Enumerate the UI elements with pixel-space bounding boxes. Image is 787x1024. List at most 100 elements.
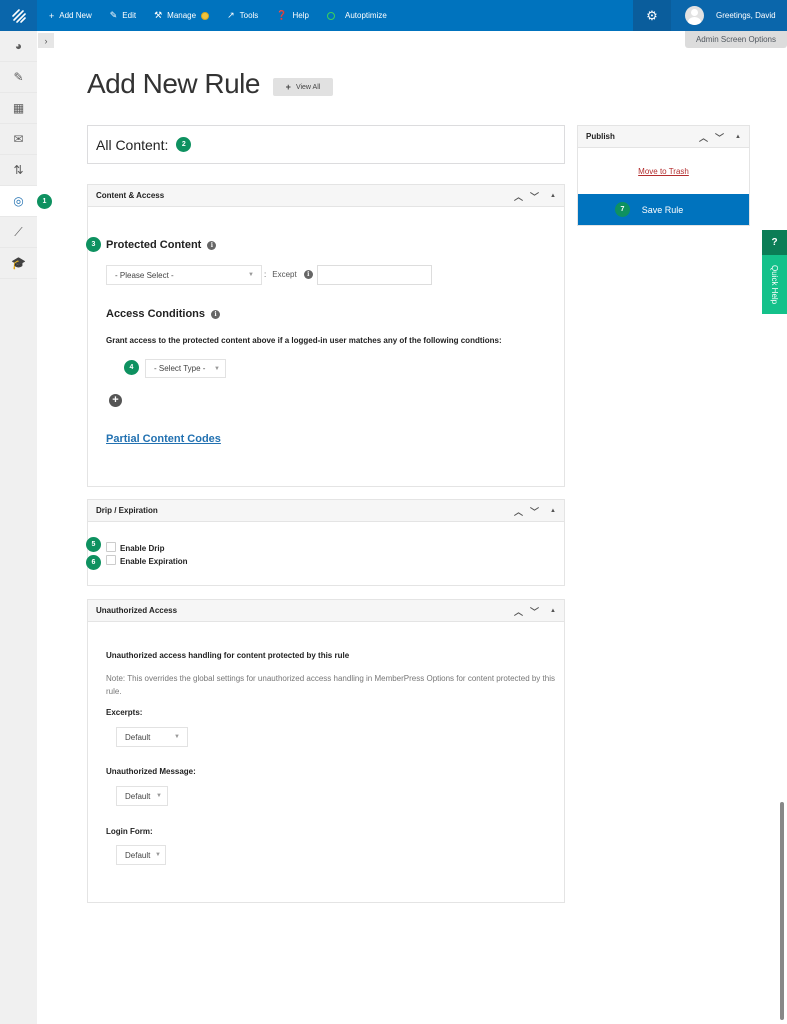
gear-icon: ⚙ bbox=[646, 7, 658, 23]
info-icon[interactable]: i bbox=[303, 270, 313, 279]
avatar bbox=[685, 6, 704, 25]
page-scrollbar[interactable] bbox=[780, 802, 784, 1020]
sidebar-item-courses[interactable]: 🎓 bbox=[0, 248, 37, 279]
autoptimize-menu[interactable]: Autoptimize bbox=[326, 11, 387, 20]
unauth-subheading: Unauthorized access handling for content… bbox=[106, 651, 350, 660]
toggle-panel-icon[interactable]: ▲ bbox=[550, 508, 556, 514]
quick-help-tab[interactable]: ? Quick Help bbox=[762, 230, 787, 314]
toggle-panel-icon[interactable]: ▲ bbox=[735, 134, 741, 140]
enable-expiration-checkbox[interactable] bbox=[106, 555, 116, 565]
plus-icon: + bbox=[49, 10, 55, 21]
login-form-select[interactable]: Default ▼ bbox=[116, 845, 166, 865]
step-badge-3: 3 bbox=[86, 237, 101, 252]
screen-options-button[interactable]: Admin Screen Options bbox=[685, 31, 787, 48]
box-header: Unauthorized Access ︿ ﹀ ▲ bbox=[88, 600, 564, 622]
partial-content-codes-link[interactable]: Partial Content Codes bbox=[106, 433, 221, 445]
toggle-panel-icon[interactable]: ▲ bbox=[550, 608, 556, 614]
user-menu[interactable]: Greetings, David bbox=[671, 0, 787, 31]
condition-type-select[interactable]: - Select Type - ▼ bbox=[145, 359, 226, 378]
help-menu[interactable]: ❓ Help bbox=[276, 10, 309, 21]
pencil-icon: ✎ bbox=[109, 10, 118, 20]
sidebar-item-mail[interactable]: ✉ bbox=[0, 124, 37, 155]
toggle-panel-icon[interactable]: ▲ bbox=[550, 193, 556, 199]
page-title: Add New Rule bbox=[87, 68, 260, 99]
dashboard-icon: ◕ bbox=[14, 39, 23, 53]
sidebar-item-rules[interactable]: ◎ bbox=[0, 186, 37, 217]
step-badge-2: 2 bbox=[176, 137, 192, 152]
move-up-icon[interactable]: ︿ bbox=[514, 605, 523, 618]
dropdown-arrow-icon: ▼ bbox=[248, 272, 254, 278]
dropdown-arrow-icon: ▼ bbox=[156, 793, 162, 799]
chart-icon: ⟋ bbox=[14, 224, 23, 239]
move-up-icon[interactable]: ︿ bbox=[514, 190, 523, 203]
step-badge-1: 1 bbox=[37, 194, 52, 209]
settings-button[interactable]: ⚙ bbox=[633, 0, 671, 31]
dropdown-arrow-icon: ▼ bbox=[155, 852, 161, 858]
graduation-cap-icon: 🎓 bbox=[11, 256, 26, 270]
sort-icon: ⇅ bbox=[13, 163, 24, 177]
sidebar-item-posts[interactable]: ✎ bbox=[0, 62, 37, 93]
except-input[interactable] bbox=[317, 265, 432, 285]
unauth-note: Note: This overrides the global settings… bbox=[106, 674, 555, 696]
box-header: Publish ︿ ﹀ ▲ bbox=[578, 126, 749, 148]
dropdown-arrow-icon: ▼ bbox=[174, 734, 180, 740]
sidebar-item-calculator[interactable]: ▦ bbox=[0, 93, 37, 124]
plus-icon: + bbox=[285, 82, 291, 92]
pin-icon: ✎ bbox=[13, 70, 24, 84]
flag-icon bbox=[201, 11, 210, 20]
help-icon: ❓ bbox=[276, 10, 288, 20]
info-icon[interactable]: i bbox=[211, 309, 221, 319]
autoptimize-icon bbox=[326, 11, 335, 20]
move-up-icon[interactable]: ︿ bbox=[514, 505, 523, 518]
enable-drip-checkbox[interactable] bbox=[106, 542, 116, 552]
sidebar-item-dashboard[interactable]: ◕ bbox=[0, 31, 37, 62]
excerpts-label: Excerpts: bbox=[106, 708, 143, 717]
sidebar-item-sort[interactable]: ⇅ bbox=[0, 155, 37, 186]
login-form-label: Login Form: bbox=[106, 827, 153, 836]
manage-menu[interactable]: ⚒ Manage bbox=[154, 10, 210, 21]
move-down-icon[interactable]: ﹀ bbox=[530, 605, 539, 618]
drip-expiration-box: Drip / Expiration ︿ ﹀ ▲ bbox=[87, 499, 565, 586]
box-header: Content & Access ︿ ﹀ ▲ bbox=[88, 185, 564, 207]
unauthorized-message-label: Unauthorized Message: bbox=[106, 767, 196, 776]
memberpress-logo[interactable] bbox=[0, 0, 37, 31]
sidebar-item-reports[interactable]: ⟋ bbox=[0, 217, 37, 248]
view-all-button[interactable]: + View All bbox=[273, 78, 333, 96]
enable-expiration-label: Enable Expiration bbox=[120, 557, 188, 566]
target-icon: ◎ bbox=[13, 194, 24, 208]
box-header: Drip / Expiration ︿ ﹀ ▲ bbox=[88, 500, 564, 522]
unauthorized-message-select[interactable]: Default ▼ bbox=[116, 786, 168, 806]
edit-menu[interactable]: ✎ Edit bbox=[110, 10, 136, 21]
step-badge-4: 4 bbox=[124, 360, 139, 375]
protected-content-select[interactable]: - Please Select - ▼ bbox=[106, 265, 262, 285]
move-down-icon[interactable]: ﹀ bbox=[530, 190, 539, 203]
move-up-icon[interactable]: ︿ bbox=[699, 131, 708, 144]
move-to-trash-link[interactable]: Move to Trash bbox=[638, 167, 689, 176]
plus-icon: + bbox=[112, 394, 119, 406]
publish-box: Publish ︿ ﹀ ▲ Move to Trash 7 Save Rule bbox=[577, 125, 750, 226]
dropdown-arrow-icon: ▼ bbox=[214, 365, 220, 372]
info-icon[interactable]: i bbox=[207, 240, 217, 250]
quick-help-label: Quick Help bbox=[762, 255, 787, 314]
mail-icon: ✉ bbox=[13, 132, 24, 146]
access-conditions-heading: Access Conditions i bbox=[106, 308, 221, 320]
step-badge-6: 6 bbox=[86, 555, 101, 570]
all-content-title: All Content: 2 bbox=[87, 125, 565, 164]
add-condition-button[interactable]: + bbox=[109, 394, 122, 407]
publish-actions: Move to Trash bbox=[578, 148, 749, 194]
tools-icon: ↗ bbox=[227, 10, 235, 20]
save-rule-button[interactable]: 7 Save Rule bbox=[578, 194, 749, 225]
step-badge-7: 7 bbox=[615, 202, 630, 217]
calculator-icon: ▦ bbox=[12, 101, 25, 115]
admin-sidebar: ◕ ✎ ▦ ✉ ⇅ ◎ ⟋ 🎓 bbox=[0, 31, 37, 1024]
collapse-menu-button[interactable]: › bbox=[38, 33, 54, 48]
move-down-icon[interactable]: ﹀ bbox=[530, 505, 539, 518]
move-down-icon[interactable]: ﹀ bbox=[715, 131, 724, 144]
wrench-icon: ⚒ bbox=[154, 10, 163, 20]
add-new-menu[interactable]: + Add New bbox=[49, 11, 92, 21]
grant-access-text: Grant access to the protected content ab… bbox=[106, 336, 502, 345]
tools-menu[interactable]: ↗ Tools bbox=[227, 10, 258, 21]
protected-content-heading: Protected Content i bbox=[106, 239, 217, 251]
excerpts-select[interactable]: Default ▼ bbox=[116, 727, 188, 747]
enable-drip-label: Enable Drip bbox=[120, 544, 165, 553]
